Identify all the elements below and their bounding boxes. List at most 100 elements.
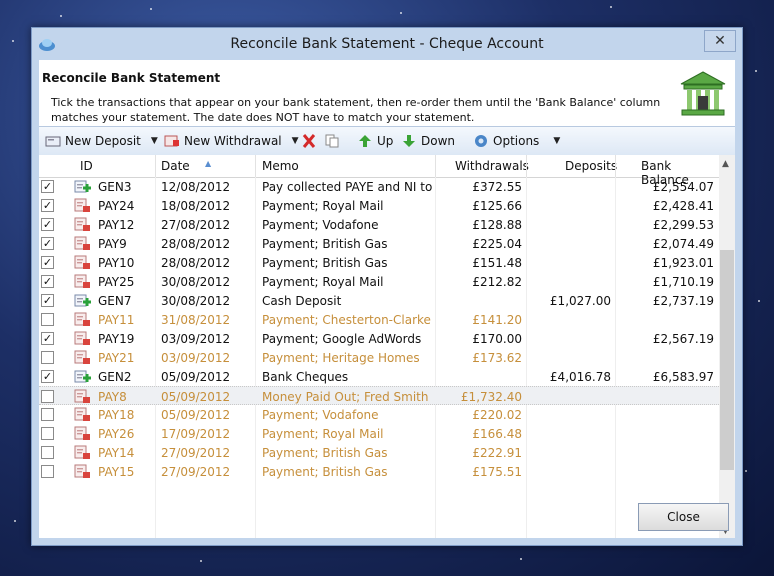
column-header-withdrawals[interactable]: Withdrawals	[455, 159, 529, 173]
cell-memo: Payment; British Gas	[262, 446, 388, 460]
cell-memo: Payment; Vodafone	[262, 218, 379, 232]
table-row[interactable]: ✓ GEN7 30/08/2012 Cash Deposit £1,027.00 £2,7…	[39, 291, 719, 310]
chevron-down-icon[interactable]: ▼	[151, 136, 158, 146]
close-button[interactable]: Close	[638, 503, 729, 531]
delete-button[interactable]	[301, 132, 321, 150]
cell-date: 05/09/2012	[161, 408, 231, 422]
reconcile-checkbox[interactable]	[41, 427, 54, 440]
deposit-icon	[45, 136, 61, 147]
cell-balance: £2,074.49	[652, 237, 714, 251]
table-row[interactable]: PAY18 05/09/2012 Payment; Vodafone £220.02	[39, 405, 719, 424]
scroll-thumb[interactable]	[720, 250, 734, 470]
cell-withdrawals: £175.51	[472, 465, 522, 479]
cell-date: 30/08/2012	[161, 275, 231, 289]
cell-memo: Money Paid Out; Fred Smith	[262, 390, 429, 404]
cell-id: PAY24	[98, 199, 135, 213]
chevron-down-icon[interactable]: ▼	[553, 136, 560, 146]
window-close-button[interactable]: ✕	[704, 30, 736, 52]
reconcile-checkbox[interactable]: ✓	[41, 275, 54, 288]
dialog-client: Reconcile Bank Statement Tick the transa…	[39, 60, 735, 538]
cell-date: 03/09/2012	[161, 332, 231, 346]
cell-id: PAY19	[98, 332, 135, 346]
cell-id: PAY9	[98, 237, 127, 251]
table-row[interactable]: PAY11 31/08/2012 Payment; Chesterton-Clark…	[39, 310, 719, 329]
cell-date: 18/08/2012	[161, 199, 231, 213]
reconcile-checkbox[interactable]	[41, 390, 54, 403]
cell-memo: Payment; Royal Mail	[262, 199, 384, 213]
reconcile-checkbox[interactable]: ✓	[41, 370, 54, 383]
table-row[interactable]: ✓ PAY9 28/08/2012 Payment; British Gas £225.…	[39, 234, 719, 253]
table-row[interactable]: PAY14 27/09/2012 Payment; British Gas £222.…	[39, 443, 719, 462]
sort-ascending-icon: ▲	[205, 159, 212, 168]
reconcile-checkbox[interactable]	[41, 465, 54, 478]
new-deposit-button[interactable]: New Deposit ▼	[45, 132, 158, 150]
cell-balance: £2,737.19	[652, 294, 714, 308]
table-row[interactable]: ✓ PAY19 03/09/2012 Payment; Google AdWords £…	[39, 329, 719, 348]
background-star	[758, 300, 760, 302]
cell-memo: Cash Deposit	[262, 294, 342, 308]
copy-icon	[325, 134, 339, 148]
column-divider	[155, 155, 156, 177]
column-header-id[interactable]: ID	[80, 159, 93, 173]
reconcile-checkbox[interactable]: ✓	[41, 199, 54, 212]
reconcile-checkbox[interactable]	[41, 313, 54, 326]
dialog-description: Tick the transactions that appear on you…	[51, 96, 661, 124]
reconcile-window: Reconcile Bank Statement - Cheque Accoun…	[31, 27, 743, 546]
background-star	[745, 470, 747, 472]
reconcile-checkbox[interactable]: ✓	[41, 218, 54, 231]
table-row[interactable]: PAY26 17/09/2012 Payment; Royal Mail £166.4…	[39, 424, 719, 443]
cell-balance: £2,554.07	[652, 180, 714, 194]
background-star	[400, 12, 402, 14]
table-row[interactable]: PAY15 27/09/2012 Payment; British Gas £175.…	[39, 462, 719, 481]
new-withdrawal-button[interactable]: New Withdrawal ▼	[164, 132, 299, 150]
column-header-memo[interactable]: Memo	[262, 159, 299, 173]
reconcile-checkbox[interactable]: ✓	[41, 237, 54, 250]
table-row[interactable]: PAY21 03/09/2012 Payment; Heritage Homes £1…	[39, 348, 719, 367]
down-label: Down	[421, 134, 456, 148]
cell-id: PAY12	[98, 218, 135, 232]
cell-memo: Payment; British Gas	[262, 465, 388, 479]
reconcile-checkbox[interactable]: ✓	[41, 180, 54, 193]
cell-id: PAY21	[98, 351, 135, 365]
column-header-date[interactable]: Date	[161, 159, 190, 173]
chevron-down-icon[interactable]: ▼	[292, 136, 299, 146]
background-star	[150, 8, 152, 10]
window-title: Reconcile Bank Statement - Cheque Accoun…	[230, 36, 544, 52]
cell-id: PAY18	[98, 408, 135, 422]
column-divider	[435, 155, 436, 177]
copy-button[interactable]	[324, 132, 344, 150]
cell-withdrawals: £222.91	[472, 446, 522, 460]
options-label: Options	[493, 134, 540, 148]
cell-id: PAY8	[98, 390, 127, 404]
cell-memo: Payment; Heritage Homes	[262, 351, 420, 365]
cell-id: GEN7	[98, 294, 132, 308]
table-row[interactable]: PAY8 05/09/2012 Money Paid Out; Fred Smith…	[39, 386, 719, 405]
table-row[interactable]: ✓ PAY10 28/08/2012 Payment; British Gas £151…	[39, 253, 719, 272]
options-button[interactable]: Options ▼	[473, 132, 560, 150]
move-down-button[interactable]: Down	[401, 132, 455, 150]
table-row[interactable]: ✓ GEN2 05/09/2012 Bank Cheques £4,016.78 £6,5…	[39, 367, 719, 386]
reconcile-checkbox[interactable]: ✓	[41, 256, 54, 269]
cell-memo: Payment; Royal Mail	[262, 275, 384, 289]
reconcile-checkbox[interactable]: ✓	[41, 294, 54, 307]
table-row[interactable]: ✓ PAY24 18/08/2012 Payment; Royal Mail £125.…	[39, 196, 719, 215]
title-bar[interactable]: Reconcile Bank Statement - Cheque Accoun…	[32, 28, 742, 60]
table-row[interactable]: ✓ GEN3 12/08/2012 Pay collected PAYE and NI…	[39, 177, 719, 196]
scroll-up-icon[interactable]: ▲	[722, 159, 729, 169]
cell-date: 12/08/2012	[161, 180, 231, 194]
cell-id: PAY14	[98, 446, 135, 460]
reconcile-checkbox[interactable]	[41, 408, 54, 421]
cell-id: PAY25	[98, 275, 135, 289]
column-header-deposits[interactable]: Deposits	[565, 159, 617, 173]
cell-memo: Payment; Vodafone	[262, 408, 379, 422]
cell-id: GEN2	[98, 370, 132, 384]
reconcile-checkbox[interactable]: ✓	[41, 332, 54, 345]
move-up-button[interactable]: Up	[357, 132, 393, 150]
cell-date: 31/08/2012	[161, 313, 231, 327]
reconcile-checkbox[interactable]	[41, 351, 54, 364]
vertical-scrollbar[interactable]: ▲ ▼	[719, 155, 735, 538]
table-row[interactable]: ✓ PAY25 30/08/2012 Payment; Royal Mail £212.…	[39, 272, 719, 291]
reconcile-checkbox[interactable]	[41, 446, 54, 459]
cell-memo: Payment; Chesterton-Clarke ...	[262, 313, 432, 327]
table-row[interactable]: ✓ PAY12 27/08/2012 Payment; Vodafone £128.88…	[39, 215, 719, 234]
